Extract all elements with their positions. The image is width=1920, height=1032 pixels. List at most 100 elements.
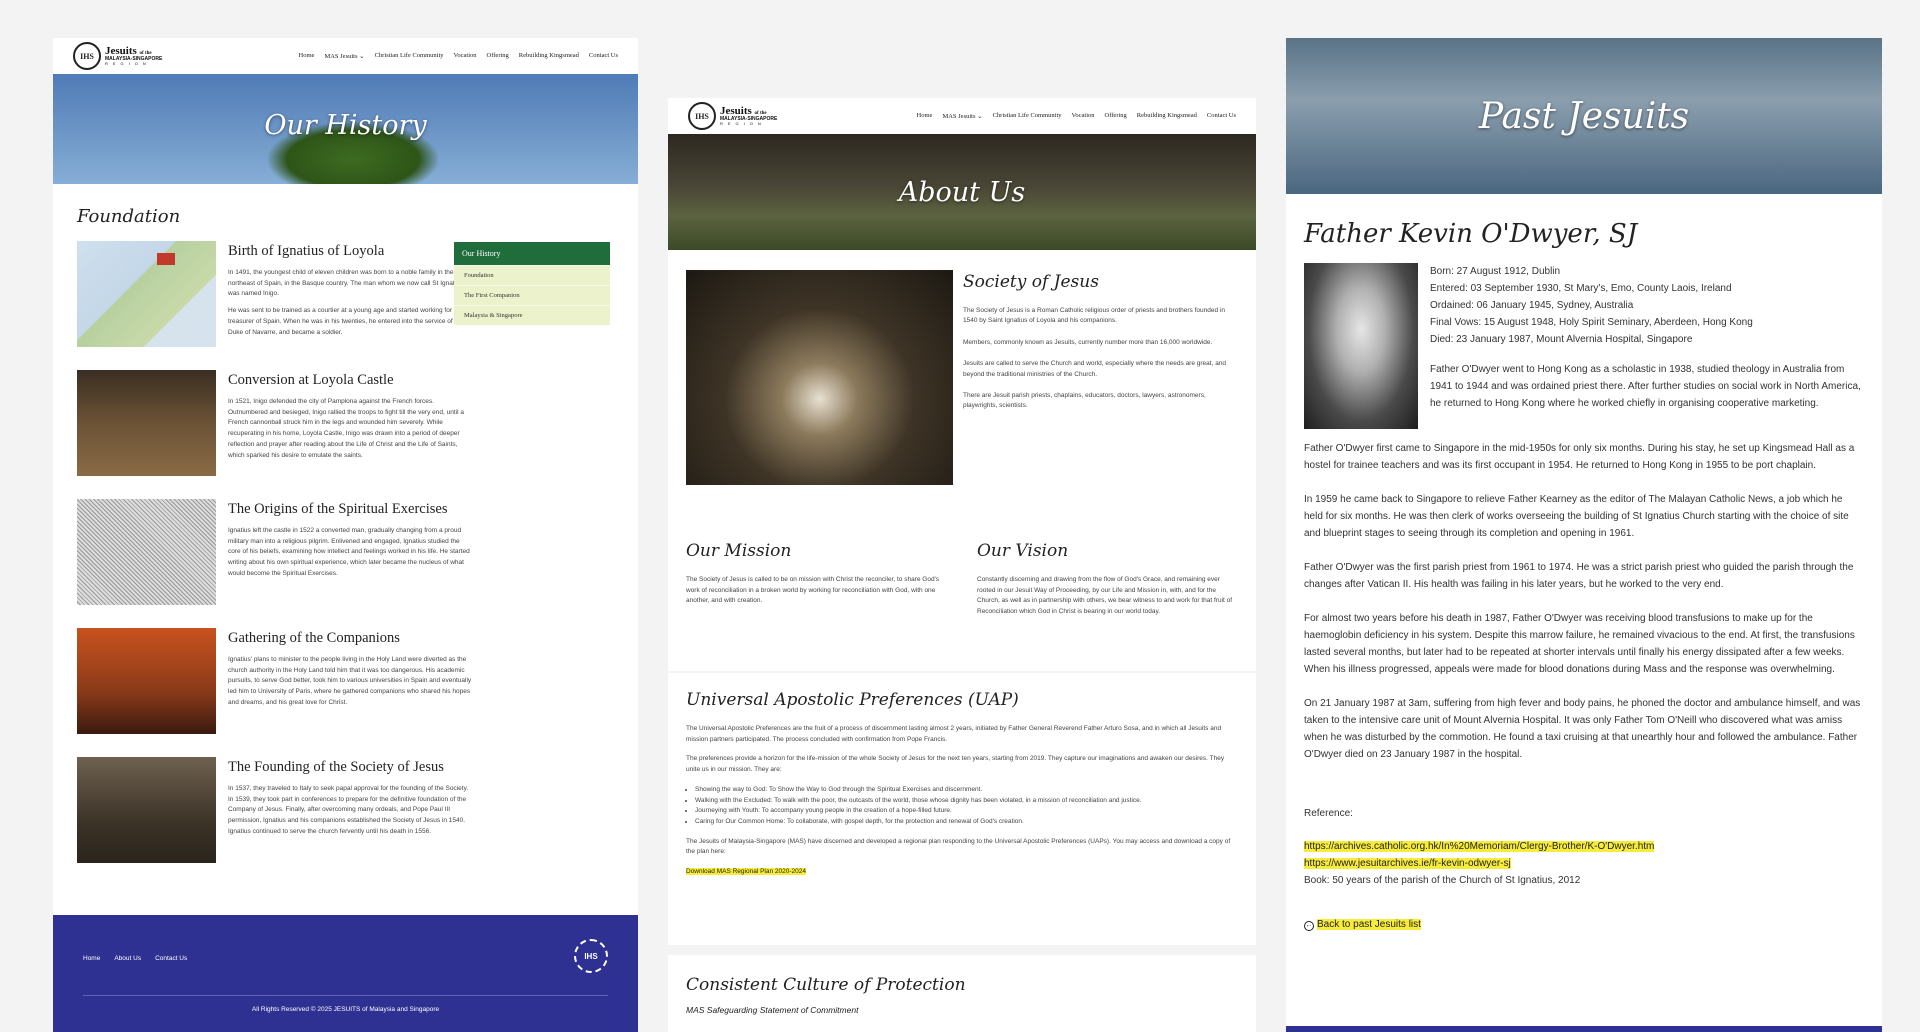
founding-painting-image xyxy=(77,757,216,863)
society-heading: Society of Jesus xyxy=(963,272,1099,292)
portrait-photo xyxy=(1304,263,1418,429)
about-hero-title: About Us xyxy=(898,176,1026,208)
fact-entered: Entered: 03 September 1930, St Mary's, E… xyxy=(1430,283,1732,294)
vision-heading: Our Vision xyxy=(977,541,1069,561)
ihs-seal-icon: IHS xyxy=(73,42,101,70)
site-footer: Home About Us Contact Us IHS All Rights … xyxy=(53,915,638,1032)
nav-clc[interactable]: Christian Life Community xyxy=(993,112,1062,120)
list-item: Showing the way to God: To Show the Way … xyxy=(695,785,1238,796)
nav-offering[interactable]: Offering xyxy=(1105,112,1127,120)
entry-title: Birth of Ignatius of Loyola xyxy=(228,243,385,259)
entry-text: He was sent to be trained as a courtier … xyxy=(228,307,464,336)
footer-seal-icon: IHS xyxy=(574,939,608,973)
history-entry: Birth of Ignatius of Loyola In 1491, the… xyxy=(77,241,473,347)
history-hero-title: Our History xyxy=(264,109,427,141)
past-hero-title: Past Jesuits xyxy=(1478,95,1690,137)
fact-ordained: Ordained: 06 January 1945, Sydney, Austr… xyxy=(1430,300,1634,311)
priest-mass-image xyxy=(686,270,953,485)
sidebar-item-malaysia-singapore[interactable]: Malaysia & Singapore xyxy=(454,305,610,325)
protection-section: Consistent Culture of Protection MAS Saf… xyxy=(668,955,1256,1032)
footer-link-home[interactable]: Home xyxy=(83,955,100,962)
entry-text: Ignatius left the castle in 1522 a conve… xyxy=(228,527,470,577)
nav-kingsmead[interactable]: Rebuilding Kingsmead xyxy=(519,52,579,60)
back-link-label[interactable]: Back to past Jesuits list xyxy=(1317,919,1421,930)
mission-heading: Our Mission xyxy=(686,541,792,561)
jesuit-name: Father Kevin O'Dwyer, SJ xyxy=(1304,219,1638,249)
download-plan-link[interactable]: Download MAS Regional Plan 2020-2024 xyxy=(686,868,806,876)
past-jesuits-page: Past Jesuits Father Kevin O'Dwyer, SJ Bo… xyxy=(1286,38,1882,1032)
uap-section: Universal Apostolic Preferences (UAP) Th… xyxy=(668,673,1256,945)
arrow-left-icon: ← xyxy=(1304,921,1314,931)
reference-book: Book: 50 years of the parish of the Chur… xyxy=(1304,875,1581,886)
bio-paragraph: Father O'Dwyer was the first parish prie… xyxy=(1304,562,1854,590)
history-entry: Gathering of the Companions Ignatius' pl… xyxy=(77,628,473,734)
fact-born: Born: 27 August 1912, Dublin xyxy=(1430,266,1561,277)
facts-list: Born: 27 August 1912, Dublin Entered: 03… xyxy=(1430,263,1864,429)
vision-block: Our Vision Constantly discerning and dra… xyxy=(977,541,1238,618)
entry-title: Conversion at Loyola Castle xyxy=(228,372,394,388)
nav-home[interactable]: Home xyxy=(299,52,315,60)
references: Reference: https://archives.catholic.org… xyxy=(1304,805,1864,889)
society-text: There are Jesuit parish priests, chaplai… xyxy=(963,391,1206,410)
history-entry: The Founding of the Society of Jesus In … xyxy=(77,757,473,863)
site-header: IHS Jesuits of the MALAYSIA-SINGAPORE RE… xyxy=(668,98,1256,134)
society-text: Jesuits are called to serve the Church a… xyxy=(963,360,1227,378)
mission-block: Our Mission The Society of Jesus is call… xyxy=(686,541,947,618)
entry-title: Gathering of the Companions xyxy=(228,630,400,646)
nav-contact[interactable]: Contact Us xyxy=(589,52,618,60)
nav-vocation[interactable]: Vocation xyxy=(454,52,477,60)
nav-kingsmead[interactable]: Rebuilding Kingsmead xyxy=(1137,112,1197,120)
bio-intro: Father O'Dwyer went to Hong Kong as a sc… xyxy=(1430,364,1861,409)
list-item: Journeying with Youth: To accompany youn… xyxy=(695,806,1238,817)
sidebar-header[interactable]: Our History xyxy=(454,242,610,265)
main-nav: Home MAS Jesuits ⌄ Christian Life Commun… xyxy=(917,112,1236,120)
mission-text: The Society of Jesus is called to be on … xyxy=(686,576,940,605)
footer-strip xyxy=(1286,1026,1882,1032)
biography: Father O'Dwyer first came to Singapore i… xyxy=(1304,440,1864,763)
bio-paragraph: For almost two years before his death in… xyxy=(1304,613,1855,675)
entry-text: In 1491, the youngest child of eleven ch… xyxy=(228,269,465,298)
reference-link[interactable]: https://www.jesuitarchives.ie/fr-kevin-o… xyxy=(1304,858,1511,869)
footer-link-about[interactable]: About Us xyxy=(114,955,141,962)
site-logo[interactable]: IHS Jesuits of the MALAYSIA-SINGAPORE RE… xyxy=(73,42,162,70)
nav-contact[interactable]: Contact Us xyxy=(1207,112,1236,120)
list-item: Caring for Our Common Home: To collabora… xyxy=(695,817,1238,828)
entry-title: The Origins of the Spiritual Exercises xyxy=(228,501,448,517)
history-entry: Conversion at Loyola Castle In 1521, Ini… xyxy=(77,370,473,476)
bio-paragraph: On 21 January 1987 at 3am, suffering fro… xyxy=(1304,698,1861,760)
entry-title: The Founding of the Society of Jesus xyxy=(228,759,444,775)
protection-heading: Consistent Culture of Protection xyxy=(686,975,966,995)
site-logo[interactable]: IHS Jesuits of the MALAYSIA-SINGAPORE RE… xyxy=(688,102,777,130)
nav-vocation[interactable]: Vocation xyxy=(1072,112,1095,120)
ihs-seal-icon: IHS xyxy=(688,102,716,130)
footer-divider xyxy=(83,995,608,996)
entry-text: In 1537, they traveled to Italy to seek … xyxy=(228,785,469,835)
history-hero: Our History xyxy=(53,74,638,184)
fact-died: Died: 23 January 1987, Mount Alvernia Ho… xyxy=(1430,334,1693,345)
list-item: Walking with the Excluded: To walk with … xyxy=(695,796,1238,807)
reference-link[interactable]: https://archives.catholic.org.hk/In%20Me… xyxy=(1304,841,1655,852)
history-entry: The Origins of the Spiritual Exercises I… xyxy=(77,499,473,605)
footer-link-contact[interactable]: Contact Us xyxy=(155,955,187,962)
nav-home[interactable]: Home xyxy=(917,112,933,120)
entry-text: In 1521, Inigo defended the city of Pamp… xyxy=(228,398,464,459)
back-link[interactable]: ← Back to past Jesuits list xyxy=(1304,919,1864,931)
companions-painting-image xyxy=(77,628,216,734)
spain-map-image xyxy=(77,241,216,347)
nav-offering[interactable]: Offering xyxy=(487,52,509,60)
main-nav: Home MAS Jesuits ⌄ Christian Life Commun… xyxy=(299,52,618,60)
bio-paragraph: Father O'Dwyer first came to Singapore i… xyxy=(1304,443,1855,471)
uap-text: The Universal Apostolic Preferences are … xyxy=(686,725,1222,743)
society-text: The Society of Jesus is a Roman Catholic… xyxy=(963,307,1225,325)
nav-clc[interactable]: Christian Life Community xyxy=(375,52,444,60)
engraving-image xyxy=(77,499,216,605)
nav-mas-jesuits[interactable]: MAS Jesuits ⌄ xyxy=(324,52,364,60)
protection-subtitle: MAS Safeguarding Statement of Commitment xyxy=(686,1005,859,1015)
sidebar-item-foundation[interactable]: Foundation xyxy=(454,265,610,285)
loyola-painting-image xyxy=(77,370,216,476)
nav-mas-jesuits[interactable]: MAS Jesuits ⌄ xyxy=(942,112,982,120)
reference-label: Reference: xyxy=(1304,808,1353,819)
site-header: IHS Jesuits of the MALAYSIA-SINGAPORE RE… xyxy=(53,38,638,74)
about-page: IHS Jesuits of the MALAYSIA-SINGAPORE RE… xyxy=(668,98,1256,1032)
sidebar-item-first-companion[interactable]: The First Companion xyxy=(454,285,610,305)
